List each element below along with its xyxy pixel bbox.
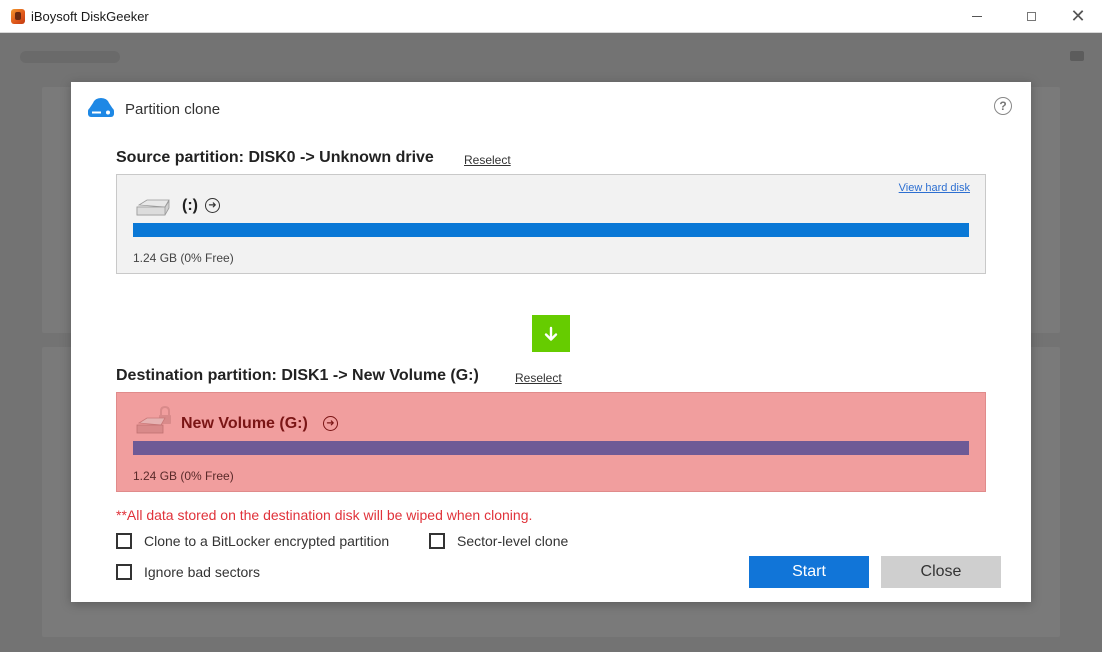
locked-drive-icon [136, 405, 171, 434]
destination-usage-bar [133, 441, 969, 455]
arrow-right-icon: ➜ [205, 198, 220, 213]
source-size-info: 1.24 GB (0% Free) [133, 251, 234, 265]
destination-volume-label: New Volume (G:) [181, 415, 308, 432]
source-volume-label: (:) [182, 197, 198, 214]
source-reselect-link[interactable]: Reselect [464, 153, 511, 167]
arrow-down-icon [532, 315, 570, 352]
destination-partition-card: New Volume (G:) ➜ 1.24 GB (0% Free) [116, 392, 986, 492]
window-title: iBoysoft DiskGeeker [31, 9, 149, 24]
ignore-bad-sectors-checkbox[interactable] [116, 564, 132, 580]
help-button[interactable]: ? [994, 97, 1012, 115]
minimize-button[interactable] [954, 0, 1000, 33]
bitlocker-checkbox[interactable] [116, 533, 132, 549]
dialog-title: Partition clone [125, 101, 221, 118]
view-hard-disk-link[interactable]: View hard disk [899, 182, 970, 194]
wipe-warning-text: **All data stored on the destination dis… [116, 507, 533, 523]
app-logo-icon [11, 9, 25, 24]
close-icon: ✕ [1070, 6, 1086, 27]
source-partition-card: View hard disk (:) ➜ 1.24 GB (0% Free) [116, 174, 986, 274]
destination-size-info: 1.24 GB (0% Free) [133, 469, 234, 483]
window-titlebar: iBoysoft DiskGeeker ✕ [0, 0, 1102, 33]
sector-level-label: Sector-level clone [457, 533, 569, 549]
source-usage-bar [133, 223, 969, 237]
window-close-button[interactable]: ✕ [1055, 0, 1101, 33]
minimize-icon [972, 16, 982, 17]
sector-level-clone-option[interactable]: Sector-level clone [429, 533, 568, 549]
start-button[interactable]: Start [749, 556, 869, 588]
ignore-bad-sectors-option[interactable]: Ignore bad sectors [116, 564, 260, 580]
maximize-icon [1026, 12, 1036, 21]
hard-drive-icon [136, 199, 170, 216]
background-menu-icon [1070, 51, 1084, 61]
source-partition-heading: Source partition: DISK0 -> Unknown drive [116, 149, 434, 166]
bitlocker-clone-option[interactable]: Clone to a BitLocker encrypted partition [116, 533, 389, 549]
partition-clone-dialog: Partition clone ? Source partition: DISK… [71, 82, 1031, 602]
bitlocker-label: Clone to a BitLocker encrypted partition [144, 533, 390, 549]
arrow-right-icon: ➜ [323, 416, 338, 431]
close-button[interactable]: Close [881, 556, 1001, 588]
maximize-button[interactable] [1008, 0, 1054, 33]
destination-partition-heading: Destination partition: DISK1 -> New Volu… [116, 367, 479, 384]
disk-clone-icon [88, 98, 114, 117]
destination-reselect-link[interactable]: Reselect [515, 371, 562, 385]
sector-level-checkbox[interactable] [429, 533, 445, 549]
background-breadcrumb [20, 51, 120, 63]
ignore-bad-sectors-label: Ignore bad sectors [144, 564, 260, 580]
